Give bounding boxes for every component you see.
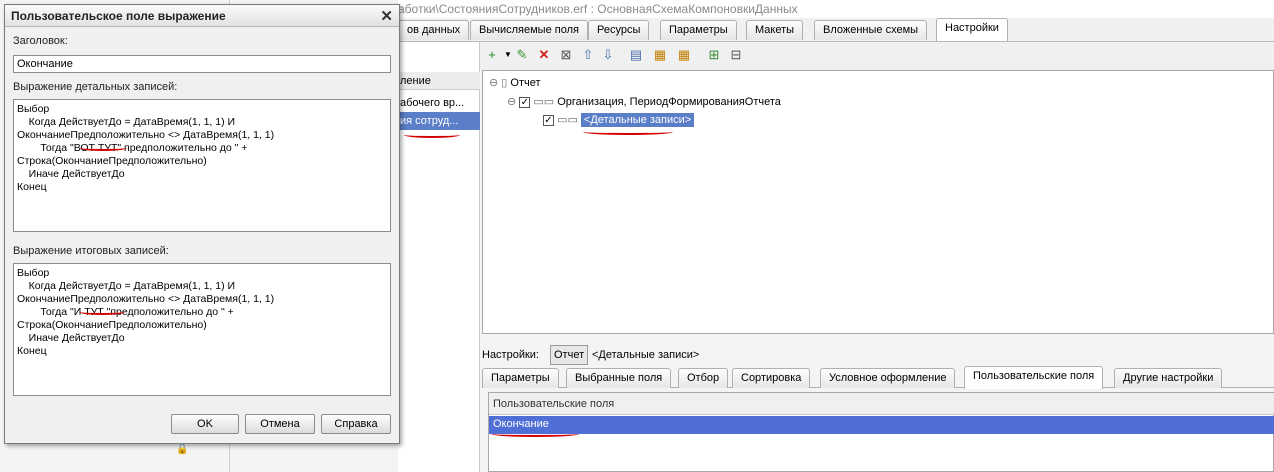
tab-parameters[interactable]: Параметры: [482, 368, 559, 388]
tab-settings[interactable]: Настройки: [936, 18, 1008, 41]
annotation-underline: [404, 132, 460, 138]
variants-pane: ление абочего вр... ия сотруд...: [398, 42, 480, 472]
user-fields-table: Пользовательские поля Окончание: [488, 392, 1274, 472]
tab-user-fields[interactable]: Пользовательские поля: [964, 366, 1104, 389]
dialog-title: Пользовательское поле выражение: [5, 5, 399, 27]
tree-node-label: Отчет: [510, 77, 541, 89]
settings-report-button[interactable]: Отчет: [550, 345, 589, 365]
structure-tree: ⊖ ▯ Отчет ⊖ ✓ ▭▭ Организация, ПериодФорм…: [482, 70, 1274, 334]
tree-node-label: Организация, ПериодФормированияОтчета: [557, 96, 781, 108]
list-item-selected[interactable]: ия сотруд...: [398, 112, 480, 130]
report-icon: ▯: [501, 77, 508, 89]
tab-conditional-appearance[interactable]: Условное оформление: [820, 368, 956, 388]
tab-calculated-fields[interactable]: Вычисляемые поля: [470, 20, 588, 40]
tab-templates[interactable]: Макеты: [746, 20, 804, 40]
caption-field[interactable]: Окончание: [13, 55, 391, 73]
user-field-expression-dialog: Пользовательское поле выражение ✕ Заголо…: [4, 4, 400, 444]
move-down-icon[interactable]: ⇩: [600, 47, 616, 63]
detail-expression-label: Выражение детальных записей:: [13, 81, 178, 93]
table-header: Пользовательские поля: [489, 393, 1274, 415]
group-icon[interactable]: ▤: [628, 47, 644, 63]
total-expression-label: Выражение итоговых записей:: [13, 245, 169, 257]
settings-toolbar: + ▼ ✎ ✕ ⊠ ⇧ ⇩ ▤ ▦ ▦ ⊞ ⊟: [480, 42, 1274, 70]
tab-filter[interactable]: Отбор: [678, 368, 729, 388]
tree-node-report[interactable]: ⊖ ▯ Отчет: [489, 76, 541, 89]
tree-node-detail[interactable]: ✓ ▭▭ <Детальные записи>: [543, 113, 695, 127]
tab-parameters[interactable]: Параметры: [660, 20, 737, 40]
help-button[interactable]: Справка: [321, 414, 391, 434]
settings-add-icon[interactable]: ⊞: [706, 47, 722, 63]
settings-bar: Настройки: Отчет <Детальные записи>: [482, 344, 1274, 366]
annotation-underline: [79, 145, 127, 151]
schema-tabs: ов данных Вычисляемые поля Ресурсы Парам…: [398, 18, 1274, 58]
tab-resources[interactable]: Ресурсы: [588, 20, 650, 40]
list-item[interactable]: абочего вр...: [398, 94, 480, 112]
ok-button[interactable]: OK: [171, 414, 239, 434]
close-icon[interactable]: ✕: [380, 7, 393, 25]
tab-datasets[interactable]: ов данных: [398, 20, 470, 40]
settings-icon[interactable]: ⊟: [728, 47, 744, 63]
caption-label: Заголовок:: [13, 35, 68, 47]
settings-tabs: Параметры Выбранные поля Отбор Сортировк…: [482, 366, 1274, 389]
collapse-icon[interactable]: ⊖: [507, 96, 516, 108]
group-icon: ▭▭: [533, 96, 555, 108]
collapse-icon[interactable]: ⊖: [489, 77, 498, 89]
window-title: аботки\СостоянияСотрудников.erf : Основн…: [398, 0, 1274, 18]
detail-icon: ▭▭: [557, 114, 578, 126]
cancel-button[interactable]: Отмена: [245, 414, 315, 434]
checkbox[interactable]: ✓: [543, 114, 554, 126]
tab-order[interactable]: Сортировка: [732, 368, 811, 388]
move-up-icon[interactable]: ⇧: [580, 47, 596, 63]
table-row[interactable]: Окончание: [489, 416, 1274, 434]
lock-icon: 🔒: [176, 444, 189, 455]
edit-icon[interactable]: ✎: [514, 47, 530, 63]
add-icon[interactable]: +: [484, 47, 500, 63]
tab-nested-schemas[interactable]: Вложенные схемы: [814, 20, 928, 40]
tab-selected-fields[interactable]: Выбранные поля: [566, 368, 672, 388]
total-expression-field[interactable]: Выбор Когда ДействуетДо = ДатаВремя(1, 1…: [13, 263, 391, 396]
group-down-icon[interactable]: ▦: [676, 47, 692, 63]
delete-icon[interactable]: ✕: [536, 47, 552, 63]
annotation-underline: [79, 309, 125, 315]
detail-expression-field[interactable]: Выбор Когда ДействуетДо = ДатаВремя(1, 1…: [13, 99, 391, 232]
annotation-underline: [583, 129, 673, 135]
tree-node-group[interactable]: ⊖ ✓ ▭▭ Организация, ПериодФормированияОт…: [507, 95, 781, 108]
settings-label: Настройки:: [482, 349, 539, 361]
settings-current-level: <Детальные записи>: [592, 349, 700, 361]
tab-other-settings[interactable]: Другие настройки: [1114, 368, 1223, 388]
group-up-icon[interactable]: ▦: [652, 47, 668, 63]
checkbox[interactable]: ✓: [519, 96, 531, 108]
variants-header: ление: [398, 72, 480, 90]
tree-node-label-selected: <Детальные записи>: [580, 113, 695, 127]
annotation-underline: [491, 431, 579, 437]
clear-icon[interactable]: ⊠: [558, 47, 574, 63]
